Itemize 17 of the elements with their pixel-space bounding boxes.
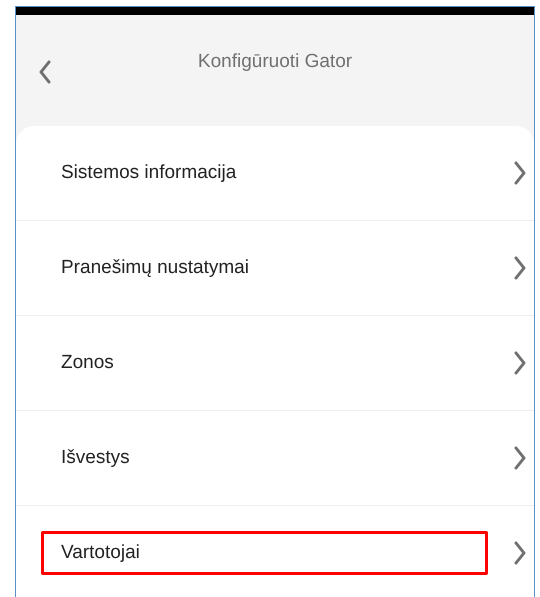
menu-item-label: Vartotojai xyxy=(41,531,488,575)
menu-item[interactable]: Sistemos informacija xyxy=(16,126,534,221)
chevron-right-icon xyxy=(513,351,527,375)
screen-title: Konfigūruoti Gator xyxy=(198,50,352,72)
chevron-right-icon xyxy=(513,446,527,470)
menu-item[interactable]: Vartotojai xyxy=(16,506,534,597)
menu-item[interactable]: Zonos xyxy=(16,316,534,411)
menu-item-label: Sistemos informacija xyxy=(60,161,238,185)
menu-item-label: Išvestys xyxy=(60,446,131,470)
chevron-right-icon xyxy=(513,256,527,280)
menu-item[interactable]: Išvestys xyxy=(16,411,534,506)
menu-item-label: Zonos xyxy=(60,351,115,375)
chevron-right-icon xyxy=(513,541,527,565)
chevron-right-icon xyxy=(513,161,527,185)
menu-item-label: Pranešimų nustatymai xyxy=(60,256,250,280)
menu-item[interactable]: Pranešimų nustatymai xyxy=(16,221,534,316)
back-icon[interactable] xyxy=(38,60,52,84)
